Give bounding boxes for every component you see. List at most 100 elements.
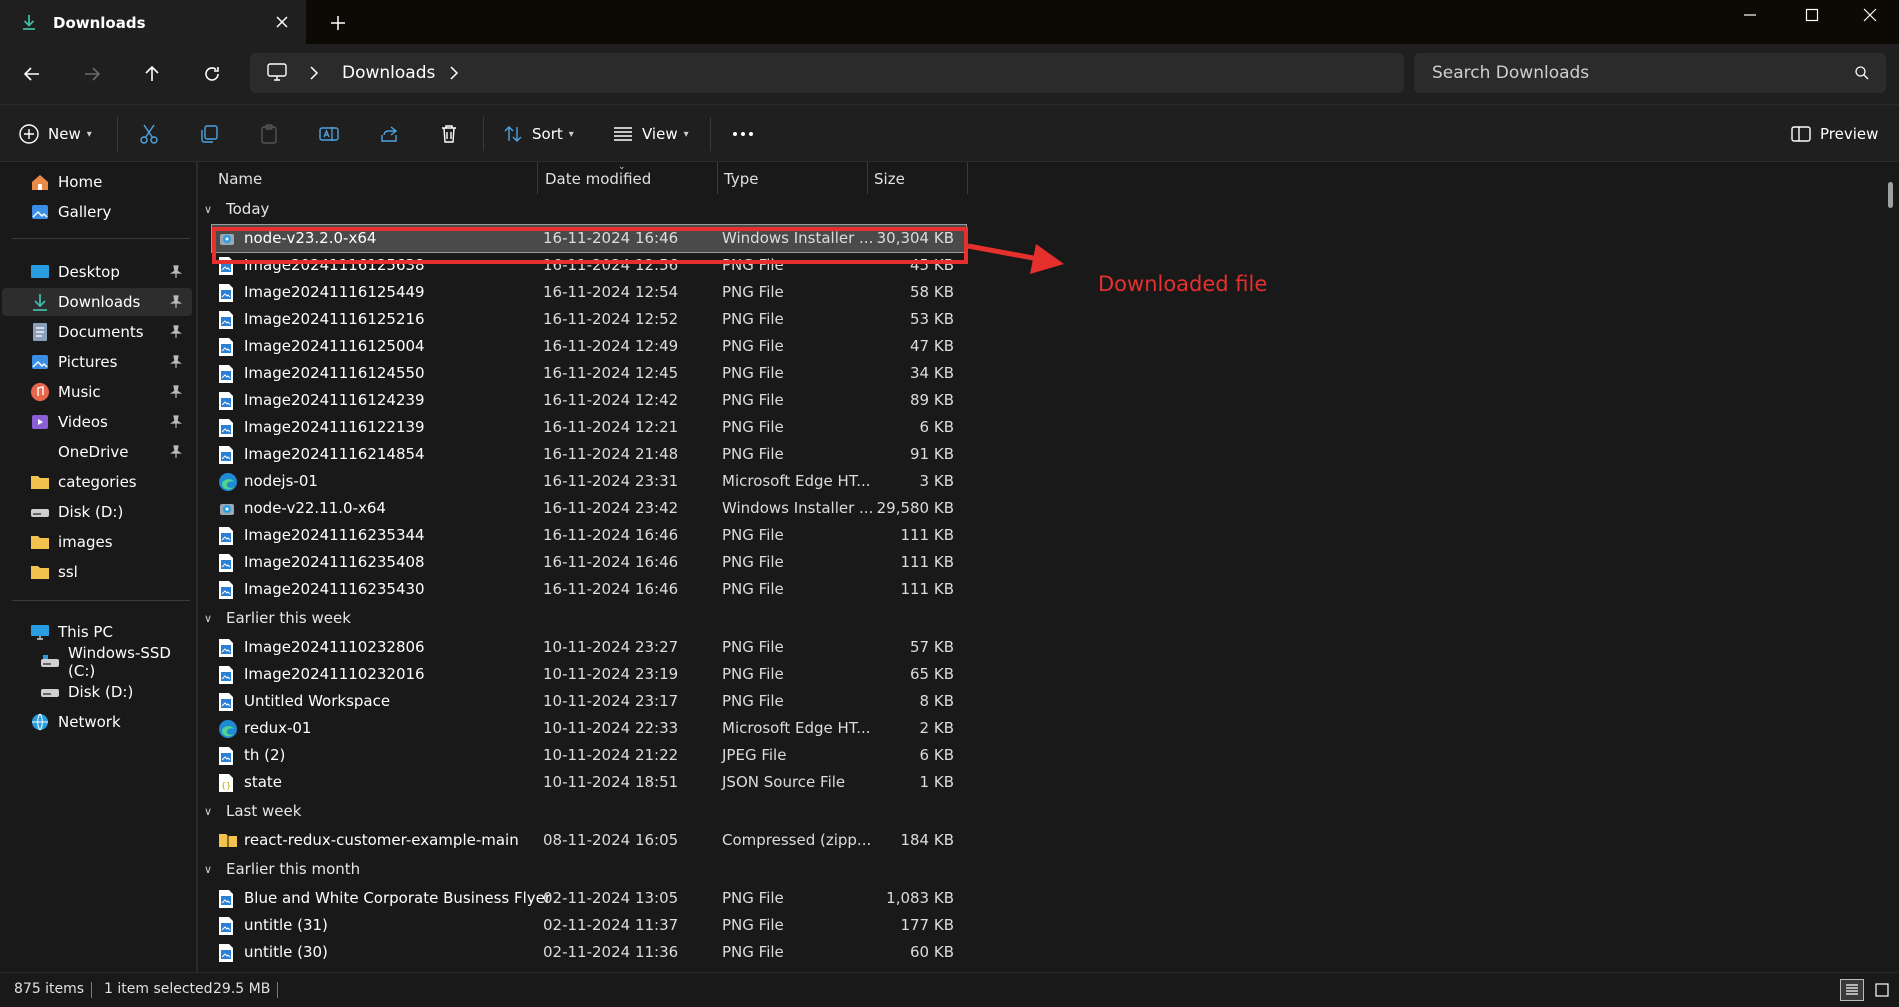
pin-icon[interactable] xyxy=(170,445,182,459)
nav-item-windows-ssd[interactable]: Windows-SSD (C:) xyxy=(2,644,192,680)
chevron-down-icon[interactable]: ∨ xyxy=(204,805,220,818)
pin-icon[interactable] xyxy=(170,295,182,309)
table-row[interactable]: {} state 10-11-2024 18:51 JSON Source File 1… xyxy=(212,769,966,796)
maximize-icon[interactable] xyxy=(1782,0,1842,30)
column-divider[interactable] xyxy=(537,162,538,194)
table-row[interactable]: Image20241116125216 16-11-2024 12:52 PNG F… xyxy=(212,306,966,333)
details-view-icon[interactable] xyxy=(1840,979,1864,1001)
column-divider[interactable] xyxy=(867,162,868,194)
column-divider[interactable] xyxy=(967,162,968,194)
table-row[interactable]: nodejs-01 16-11-2024 23:31 Microsoft Edge … xyxy=(212,468,966,495)
column-divider[interactable] xyxy=(717,162,718,194)
chevron-right-icon[interactable] xyxy=(448,65,460,81)
table-row[interactable]: untitle (31) 02-11-2024 11:37 PNG File 177 … xyxy=(212,912,966,939)
delete-button[interactable] xyxy=(438,119,460,149)
cut-button[interactable] xyxy=(138,119,160,149)
nav-item-home[interactable]: Home xyxy=(2,168,192,196)
table-row[interactable]: Image20241116125004 16-11-2024 12:49 PNG F… xyxy=(212,333,966,360)
search-input[interactable]: Search Downloads xyxy=(1414,53,1886,93)
nav-item-this-pc[interactable]: This PC xyxy=(2,618,192,646)
file-date: 16-11-2024 23:42 xyxy=(543,499,679,517)
table-row[interactable]: Image20241110232806 10-11-2024 23:27 PNG F… xyxy=(212,634,966,661)
file-type: PNG File xyxy=(722,526,784,544)
preview-button[interactable]: Preview xyxy=(1790,119,1878,149)
close-window-icon[interactable] xyxy=(1840,0,1899,30)
refresh-icon[interactable] xyxy=(198,60,226,88)
toolbar-divider xyxy=(710,117,711,151)
share-button[interactable] xyxy=(378,119,400,149)
scrollbar-thumb[interactable] xyxy=(1888,182,1893,208)
nav-item-videos[interactable]: Videos xyxy=(2,408,192,436)
pin-icon[interactable] xyxy=(170,355,182,369)
nav-item-onedrive[interactable]: OneDrive xyxy=(2,438,192,466)
nav-item-pictures[interactable]: Pictures xyxy=(2,348,192,376)
table-row[interactable]: Untitled Workspace 10-11-2024 23:17 PNG Fi… xyxy=(212,688,966,715)
table-row[interactable]: Image20241116124550 16-11-2024 12:45 PNG F… xyxy=(212,360,966,387)
minimize-icon[interactable] xyxy=(1720,0,1780,30)
nav-item-ssl[interactable]: ssl xyxy=(2,558,192,586)
table-row[interactable]: Image20241116122139 16-11-2024 12:21 PNG F… xyxy=(212,414,966,441)
table-row[interactable]: Blue and White Corporate Business Flyer 0… xyxy=(212,885,966,912)
group-header[interactable]: ∨ Earlier this month xyxy=(204,858,360,880)
plus-icon[interactable] xyxy=(327,12,349,34)
chevron-down-icon: ▾ xyxy=(683,128,689,140)
column-header-date[interactable]: Date modified xyxy=(545,170,651,188)
copy-button[interactable] xyxy=(198,119,220,149)
pin-icon[interactable] xyxy=(170,385,182,399)
group-header[interactable]: ∨ Last week xyxy=(204,800,301,822)
paste-button[interactable] xyxy=(258,119,280,149)
table-row[interactable]: th (2) 10-11-2024 21:22 JPEG File 6 KB xyxy=(212,742,966,769)
chevron-down-icon[interactable]: ∨ xyxy=(204,863,220,876)
table-row[interactable]: Image20241116235344 16-11-2024 16:46 PNG F… xyxy=(212,522,966,549)
chevron-down-icon[interactable]: ∨ xyxy=(204,203,220,216)
pin-icon[interactable] xyxy=(170,265,182,279)
nav-item-downloads[interactable]: Downloads xyxy=(2,288,192,316)
close-icon[interactable] xyxy=(272,12,292,32)
nav-item-categories[interactable]: categories xyxy=(2,468,192,496)
group-header[interactable]: ∨ Today xyxy=(204,198,269,220)
nav-item-disk-d[interactable]: Disk (D:) xyxy=(2,498,192,526)
pin-icon[interactable] xyxy=(170,415,182,429)
table-row[interactable]: react-redux-customer-example-main 08-11-2… xyxy=(212,827,966,854)
table-row[interactable]: Image20241116125449 16-11-2024 12:54 PNG F… xyxy=(212,279,966,306)
back-arrow-icon[interactable] xyxy=(18,60,46,88)
column-header-name[interactable]: Name xyxy=(218,170,262,188)
chevron-down-icon[interactable]: ∨ xyxy=(204,612,220,625)
pin-icon[interactable] xyxy=(170,325,182,339)
table-row[interactable]: Image20241116235430 16-11-2024 16:46 PNG F… xyxy=(212,576,966,603)
table-row[interactable]: Image20241116214854 16-11-2024 21:48 PNG F… xyxy=(212,441,966,468)
tiles-view-icon[interactable] xyxy=(1870,979,1894,1001)
column-header-size[interactable]: Size xyxy=(874,170,905,188)
chevron-right-icon[interactable] xyxy=(308,65,320,81)
table-row[interactable]: node-v22.11.0-x64 16-11-2024 23:42 Windows… xyxy=(212,495,966,522)
forward-arrow-icon[interactable] xyxy=(78,60,106,88)
nav-item-images[interactable]: images xyxy=(2,528,192,556)
nav-item-disk-d-pc[interactable]: Disk (D:) xyxy=(2,678,192,706)
nav-item-music[interactable]: Music xyxy=(2,378,192,406)
table-row[interactable]: Image20241116124239 16-11-2024 12:42 PNG F… xyxy=(212,387,966,414)
rename-button[interactable] xyxy=(318,119,340,149)
nav-item-desktop[interactable]: Desktop xyxy=(2,258,192,286)
up-arrow-icon[interactable] xyxy=(138,60,166,88)
tab-downloads[interactable]: Downloads xyxy=(0,0,306,44)
new-button[interactable]: New ▾ xyxy=(18,119,92,149)
nav-item-gallery[interactable]: Gallery xyxy=(2,198,192,226)
view-button[interactable]: View ▾ xyxy=(612,119,689,149)
vertical-scrollbar[interactable] xyxy=(1885,162,1899,972)
breadcrumb[interactable]: Downloads xyxy=(342,63,435,83)
table-row[interactable]: untitle (30) 02-11-2024 11:36 PNG File 60 K… xyxy=(212,939,966,966)
nav-item-network[interactable]: Network xyxy=(2,708,192,736)
table-row[interactable]: Image20241110232016 10-11-2024 23:19 PNG F… xyxy=(212,661,966,688)
table-row[interactable]: Image20241116235408 16-11-2024 16:46 PNG F… xyxy=(212,549,966,576)
column-header-type[interactable]: Type xyxy=(724,170,758,188)
monitor-icon[interactable] xyxy=(266,62,288,82)
image-file-icon xyxy=(218,418,236,438)
table-row[interactable]: redux-01 10-11-2024 22:33 Microsoft Edge H… xyxy=(212,715,966,742)
group-header[interactable]: ∨ Earlier this week xyxy=(204,607,351,629)
more-options-button[interactable] xyxy=(731,119,755,149)
sort-button[interactable]: Sort ▾ xyxy=(502,119,574,149)
search-icon[interactable] xyxy=(1854,65,1870,81)
address-bar[interactable]: Downloads xyxy=(250,53,1404,93)
file-type: JSON Source File xyxy=(722,773,846,791)
nav-item-documents[interactable]: Documents xyxy=(2,318,192,346)
